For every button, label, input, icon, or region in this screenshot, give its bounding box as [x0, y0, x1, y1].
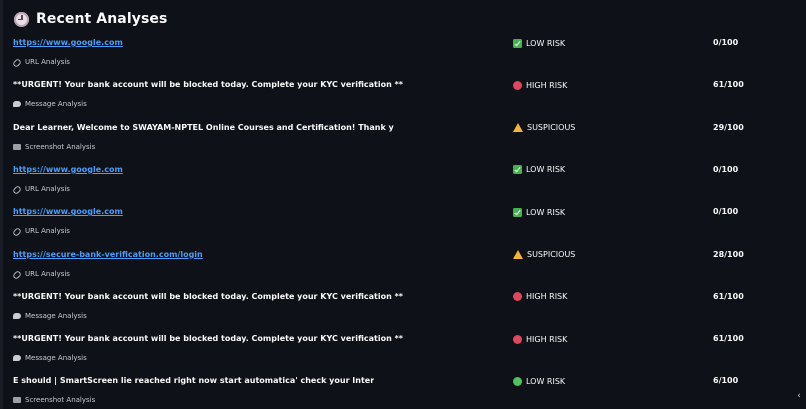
red-circle-icon: [513, 334, 522, 344]
speech-bubble-icon: [13, 101, 21, 108]
clock-icon: [14, 11, 29, 27]
analysis-type: Message Analysis: [13, 352, 87, 364]
analysis-type-label: Message Analysis: [25, 354, 87, 363]
analyzed-text: Dear Learner, Welcome to SWAYAM-NPTEL On…: [13, 122, 394, 132]
link-icon: [12, 269, 22, 280]
analyzed-text: **URGENT! Your bank account will be bloc…: [13, 334, 403, 344]
table-row: https://www.google.com URL Analysis LOW RI…: [0, 163, 806, 203]
analysis-type-label: URL Analysis: [25, 58, 70, 66]
section-header: Recent Analyses: [14, 8, 167, 30]
risk-badge: SUSPICIOUS: [513, 121, 575, 135]
green-circle-icon: [513, 376, 522, 386]
risk-badge: HIGH RISK: [513, 332, 567, 346]
red-circle-icon: [513, 80, 522, 90]
red-circle-icon: [513, 292, 522, 302]
screenshot-icon: [13, 143, 21, 150]
table-row: **URGENT! Your bank account will be bloc…: [0, 78, 806, 118]
table-row: E should | SmartScreen lie reached right…: [0, 374, 806, 409]
risk-badge: HIGH RISK: [513, 78, 567, 92]
speech-bubble-icon: [13, 312, 21, 319]
risk-score: 0/100: [713, 164, 739, 174]
risk-label: SUSPICIOUS: [527, 250, 576, 259]
risk-label: HIGH RISK: [526, 334, 568, 344]
risk-score: 29/100: [713, 122, 744, 132]
analysis-type: URL Analysis: [12, 183, 70, 195]
risk-label: LOW RISK: [526, 376, 566, 386]
analysis-type: Screenshot Analysis: [13, 394, 95, 406]
table-row: Dear Learner, Welcome to SWAYAM-NPTEL On…: [0, 121, 806, 161]
analysis-type-label: Message Analysis: [25, 100, 87, 109]
page: Recent Analyses https://www.google.com UR…: [0, 0, 806, 409]
analyzed-url-link[interactable]: https://secure-bank-verification.com/log…: [13, 248, 203, 262]
analyzed-text: **URGENT! Your bank account will be bloc…: [13, 291, 403, 301]
table-row: **URGENT! Your bank account will be bloc…: [0, 290, 806, 330]
risk-label: HIGH RISK: [526, 80, 568, 90]
analysis-type-label: Message Analysis: [25, 311, 87, 320]
analyzed-text: E should | SmartScreen lie reached right…: [13, 376, 375, 386]
risk-score: 61/100: [713, 291, 744, 301]
analysis-type: URL Analysis: [12, 56, 70, 68]
check-badge-icon: [513, 165, 522, 175]
risk-badge: LOW RISK: [513, 205, 565, 219]
risk-badge: SUSPICIOUS: [513, 248, 575, 262]
table-row: https://www.google.com URL Analysis LOW RI…: [0, 36, 806, 76]
analysis-type: Message Analysis: [13, 310, 87, 322]
table-row: https://www.google.com URL Analysis LOW RI…: [0, 205, 806, 245]
warning-triangle-icon: [513, 123, 523, 133]
speech-bubble-icon: [13, 355, 21, 362]
analysis-type: Screenshot Analysis: [13, 141, 95, 153]
analysis-type: Message Analysis: [13, 98, 87, 110]
analysis-type-label: URL Analysis: [25, 227, 70, 236]
risk-score: 0/100: [713, 207, 739, 217]
link-icon: [12, 58, 22, 68]
analyzed-url-link[interactable]: https://www.google.com: [13, 163, 123, 177]
analyzed-text: **URGENT! Your bank account will be bloc…: [13, 80, 403, 90]
risk-badge: HIGH RISK: [513, 290, 567, 304]
analysis-type: URL Analysis: [12, 225, 70, 238]
chevron-left-icon[interactable]: ‹: [794, 391, 804, 401]
risk-label: LOW RISK: [526, 207, 566, 217]
analyzed-url-link[interactable]: https://www.google.com: [13, 36, 123, 50]
analysis-type-label: URL Analysis: [25, 269, 70, 278]
risk-score: 61/100: [713, 80, 744, 90]
analyzed-url-link[interactable]: https://www.google.com: [13, 205, 123, 219]
risk-badge: LOW RISK: [513, 36, 565, 50]
analysis-type: URL Analysis: [12, 268, 70, 280]
analysis-type-label: Screenshot Analysis: [25, 396, 96, 405]
warning-triangle-icon: [513, 250, 523, 259]
table-row: **URGENT! Your bank account will be bloc…: [0, 332, 806, 372]
screenshot-icon: [13, 397, 21, 404]
link-icon: [12, 227, 22, 238]
risk-label: SUSPICIOUS: [527, 123, 576, 133]
analysis-type-label: URL Analysis: [25, 184, 70, 193]
risk-score: 0/100: [713, 38, 739, 47]
risk-score: 61/100: [713, 334, 744, 344]
risk-label: HIGH RISK: [526, 292, 568, 302]
risk-label: LOW RISK: [526, 38, 566, 48]
check-badge-icon: [513, 38, 522, 48]
section-title: Recent Analyses: [36, 11, 168, 27]
check-badge-icon: [513, 207, 522, 217]
risk-score: 6/100: [713, 376, 739, 386]
risk-label: LOW RISK: [526, 165, 566, 175]
risk-badge: LOW RISK: [513, 163, 565, 177]
analysis-type-label: Screenshot Analysis: [25, 142, 96, 151]
table-row: https://secure-bank-verification.com/log…: [0, 248, 806, 288]
risk-score: 28/100: [713, 249, 744, 259]
risk-badge: LOW RISK: [513, 374, 565, 388]
link-icon: [12, 184, 22, 195]
